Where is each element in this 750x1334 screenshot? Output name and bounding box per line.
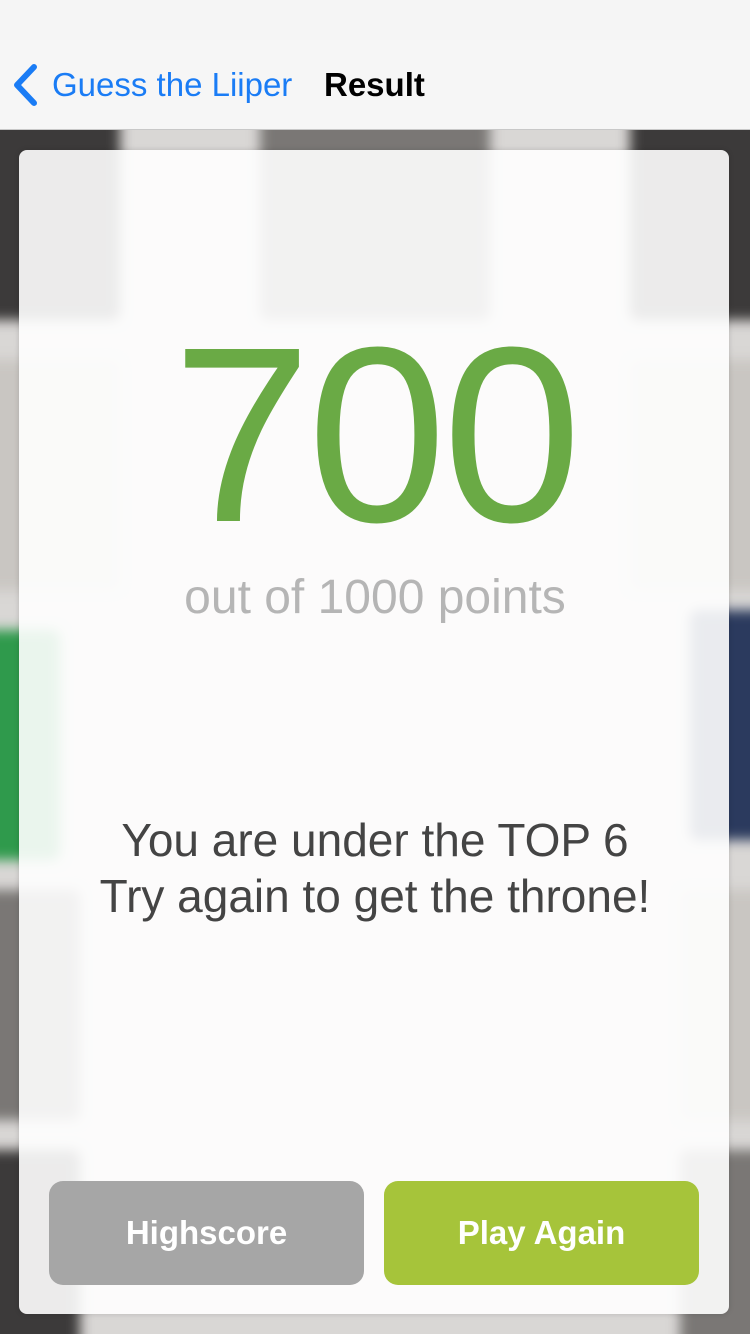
highscore-button[interactable]: Highscore (49, 1181, 364, 1285)
back-button-label: Guess the Liiper (52, 66, 293, 103)
score-value: 700 (172, 295, 581, 574)
status-bar (0, 0, 750, 40)
result-message: You are under the TOP 6 Try again to get… (0, 812, 750, 924)
navigation-bar: Guess the Liiper Result (0, 40, 750, 130)
play-again-button[interactable]: Play Again (384, 1181, 699, 1285)
chevron-left-icon (12, 63, 38, 107)
back-button[interactable]: Guess the Liiper (12, 60, 292, 110)
result-message-line-2: Try again to get the throne! (99, 870, 651, 922)
score-subtitle: out of 1000 points (184, 571, 566, 624)
page-title: Result (324, 66, 425, 103)
result-message-line-1: You are under the TOP 6 (121, 814, 629, 866)
